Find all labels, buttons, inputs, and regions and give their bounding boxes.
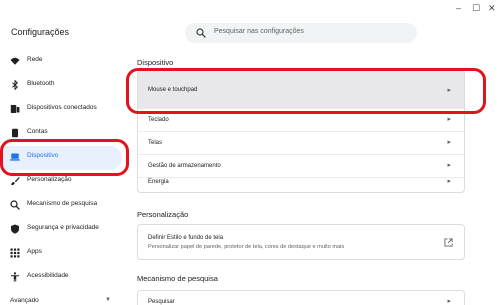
wifi-icon [10,57,20,65]
search-icon [10,200,20,210]
row-label: Telas [148,140,163,146]
sidebar-item-apps[interactable]: Apps [0,242,122,266]
device-section-title: Dispositivo [137,58,174,67]
row-telas[interactable]: Telas ▸ [138,132,464,155]
search-placeholder: Pesquisar nas configurações [214,28,304,35]
sidebar-item-label: Rede [27,56,43,63]
chevron-right-icon: ▸ [447,162,451,169]
sidebar-item-label: Segurança e privacidade [27,224,99,231]
chevron-right-icon: ▸ [447,178,451,185]
row-label: Teclado [148,117,169,123]
sidebar-item-label: Contas [27,128,48,135]
row-label: Gestão de armazenamento [148,163,221,169]
sidebar-item-avancado[interactable]: Avançado ▼ [0,291,122,305]
sidebar-item-label: Bluetooth [27,80,55,87]
personalization-section-title: Personalização [137,210,189,219]
sidebar-item-bluetooth[interactable]: Bluetooth [0,74,122,98]
sidebar-item-label: Avançado [10,297,39,304]
row-pesquisar[interactable]: Pesquisar ▸ [138,291,464,305]
sidebar-item-label: Dispositivos conectados [27,104,97,111]
sidebar-item-seguranca-e-privacidade[interactable]: Segurança e privacidade [0,218,122,242]
chevron-down-icon: ▼ [105,297,111,303]
maximize-button[interactable]: ☐ [472,4,480,13]
highlight-annotation-mouse [126,68,486,114]
chevron-right-icon: ▸ [447,139,451,146]
row-subtitle: Personalizar papel de parede, protetor d… [148,244,345,250]
highlight-annotation-dispositivo [0,139,129,176]
search-input[interactable]: Pesquisar nas configurações [185,23,417,43]
row-definir-estilo[interactable]: Definir Estilo e fundo de tela Personali… [137,224,465,260]
sidebar-item-mecanismo-de-pesquisa[interactable]: Mecanismo de pesquisa [0,194,122,218]
close-button[interactable]: ✕ [488,4,496,13]
app-title: Configurações [11,27,70,37]
shield-icon [11,224,19,234]
sidebar-item-dispositivos-conectados[interactable]: Dispositivos conectados [0,98,122,122]
row-energia[interactable]: Energia ▸ [138,171,464,193]
sidebar-item-label: Acessibilidade [27,272,69,279]
accessibility-icon [11,272,19,282]
sidebar: Rede Bluetooth Dispositivos conectados C… [0,50,124,305]
accounts-icon [12,128,18,138]
chevron-right-icon: ▸ [447,116,451,123]
connected-devices-icon [10,105,20,113]
minimize-button[interactable]: – [456,4,461,13]
bluetooth-icon [12,80,19,90]
sidebar-item-rede[interactable]: Rede [0,50,122,74]
search-engine-section-title: Mecanismo de pesquisa [137,274,218,283]
sidebar-item-label: Mecanismo de pesquisa [27,200,98,207]
chevron-right-icon: ▸ [447,298,451,305]
brush-icon [11,177,20,186]
row-label: Pesquisar [148,299,175,305]
sidebar-item-acessibilidade[interactable]: Acessibilidade [0,266,122,290]
sidebar-item-label: Apps [27,248,42,255]
external-link-icon [444,238,453,247]
search-icon [196,28,206,38]
apps-grid-icon [10,248,20,258]
row-label: Energia [148,179,169,185]
sidebar-item-label: Personalização [27,176,72,183]
row-title: Definir Estilo e fundo de tela [148,235,224,241]
search-engine-card: Pesquisar ▸ [137,290,465,305]
